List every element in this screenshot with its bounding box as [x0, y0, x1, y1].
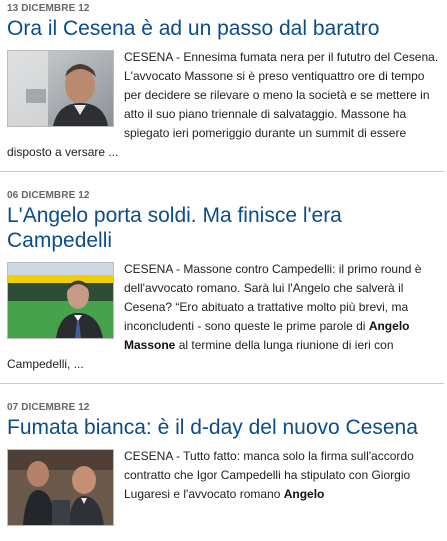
article-item: 13 DICEMBRE 12 Ora il Cesena è ad un pas… [0, 0, 444, 172]
stadium-photo-icon [8, 263, 113, 338]
article-item: 06 DICEMBRE 12 L'Angelo porta soldi. Ma … [0, 172, 444, 384]
person-name: Angelo [283, 487, 325, 501]
portrait-image-icon [8, 51, 113, 126]
article-thumbnail[interactable] [7, 262, 114, 339]
article-thumbnail[interactable] [7, 449, 114, 526]
article-title-link[interactable]: L'Angelo porta soldi. Ma finisce l'era C… [7, 203, 444, 253]
article-body: CESENA - Massone contro Campedelli: il p… [7, 260, 444, 374]
group-photo-icon [8, 450, 113, 525]
article-excerpt-part1: CESENA - Tutto fatto: manca solo la firm… [124, 449, 414, 501]
article-title-link[interactable]: Fumata bianca: è il d-day del nuovo Cese… [7, 415, 444, 440]
article-date: 07 DICEMBRE 12 [7, 402, 90, 413]
article-excerpt-part2: al termine della lunga riunione di ieri … [7, 338, 394, 371]
article-date: 13 DICEMBRE 12 [7, 3, 90, 14]
news-feed: 13 DICEMBRE 12 Ora il Cesena è ad un pas… [0, 0, 447, 541]
article-thumbnail[interactable] [7, 50, 114, 127]
article-item: 07 DICEMBRE 12 Fumata bianca: è il d-day… [0, 384, 444, 541]
article-title-link[interactable]: Ora il Cesena è ad un passo dal baratro [7, 16, 444, 41]
article-body: CESENA - Ennesima fumata nera per il fut… [7, 48, 444, 162]
article-date: 06 DICEMBRE 12 [7, 190, 90, 201]
article-body: CESENA - Tutto fatto: manca solo la firm… [7, 447, 444, 532]
